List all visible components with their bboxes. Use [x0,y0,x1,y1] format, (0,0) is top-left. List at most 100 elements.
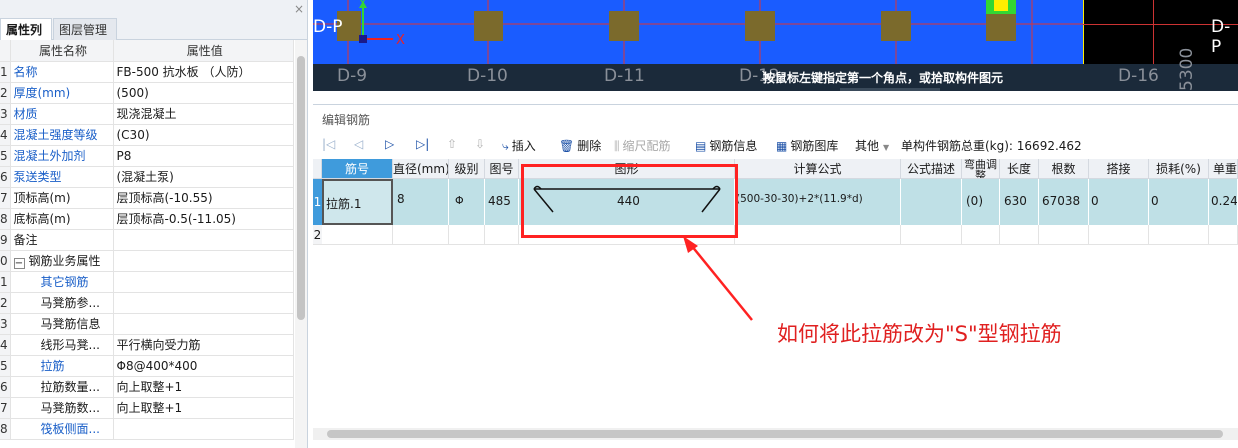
axis-label: D-10 [467,66,508,86]
property-value[interactable]: 向上取整+1 [113,376,294,398]
property-row[interactable]: 3 马凳筋信息 [0,313,294,335]
property-value[interactable] [113,313,294,335]
property-value[interactable] [113,271,294,293]
prev-button[interactable]: ◁ [354,137,363,151]
bend-adjust-cell[interactable] [962,225,1000,245]
bend-adjust-cell[interactable]: (0) [962,179,1000,225]
property-row[interactable]: 9 备注 [0,229,294,251]
rebar-library-button[interactable]: ▦ 钢筋图库 [776,137,838,154]
length-cell[interactable]: 630 [1000,179,1039,225]
scrollbar-thumb[interactable] [297,56,305,320]
next-button[interactable]: ▷ [385,137,394,151]
move-down-button[interactable]: ⇩ [475,137,485,151]
grade-cell[interactable]: Φ [449,179,485,225]
diameter-cell[interactable] [393,225,449,245]
scale-rebar-button[interactable]: ⫼ 缩尺配筋 [614,137,671,154]
figure-number-cell[interactable]: 485 [485,179,519,225]
tab-layer-management[interactable]: 图层管理 [53,18,117,40]
figure-number-cell[interactable] [485,225,519,245]
property-row[interactable]: 4 线形马凳... 平行横向受力筋 [0,334,294,356]
rebar-info-button[interactable]: ▤ 钢筋信息 [695,137,757,154]
row-index[interactable]: 2 [313,225,322,245]
property-group-name[interactable]: − 钢筋业务属性 [10,250,114,272]
column-header[interactable]: 单重 [1209,159,1238,179]
insert-button[interactable]: ⤷ 插入 [502,137,536,154]
column-header[interactable]: 长度 [1000,159,1039,179]
column-header[interactable]: 直径(mm) [393,159,449,179]
move-up-button[interactable]: ⇧ [447,137,457,151]
splitter-handle[interactable] [840,88,940,91]
scrollbar-thumb[interactable] [327,430,1223,438]
property-row[interactable]: 4 混凝土强度等级 (C30) [0,124,294,146]
last-button[interactable]: ▷| [416,137,429,151]
vertical-scrollbar[interactable] [295,40,307,448]
property-value[interactable]: 现浇混凝土 [113,103,294,125]
collapse-icon[interactable]: − [13,258,25,269]
column-header[interactable]: 筋号 [322,159,393,179]
property-row[interactable]: 5 拉筋 Φ8@400*400 [0,355,294,377]
property-value[interactable]: Φ8@400*400 [113,355,294,377]
other-dropdown[interactable]: 其他 ▼ [855,137,889,154]
horizontal-scrollbar[interactable] [313,428,1238,440]
formula-description-cell[interactable] [901,179,962,225]
column-element [881,11,911,41]
property-row[interactable]: 5 混凝土外加剂 P8 [0,145,294,167]
property-value[interactable]: (混凝土泵) [113,166,294,188]
close-icon[interactable]: × [294,2,304,16]
property-row[interactable]: 7 马凳筋数... 向上取整+1 [0,397,294,419]
property-row[interactable]: 7 顶标高(m) 层顶标高(-10.55) [0,187,294,209]
first-button[interactable]: |◁ [322,137,335,151]
property-row[interactable]: 6 泵送类型 (混凝土泵) [0,166,294,188]
delete-button[interactable]: 🗑 删除 [559,137,601,154]
count-cell[interactable]: 67038 [1039,179,1089,225]
property-value[interactable]: (500) [113,82,294,104]
lap-cell[interactable]: 0 [1089,179,1149,225]
property-row[interactable]: 8 筏板侧面... [0,418,294,440]
property-row[interactable]: 8 底标高(m) 层顶标高-0.5(-11.05) [0,208,294,230]
property-value[interactable] [113,418,294,440]
count-cell[interactable] [1039,225,1089,245]
property-group-row[interactable]: 0 − 钢筋业务属性 [0,250,294,272]
column-header[interactable]: 根数 [1039,159,1089,179]
property-name: 马凳筋信息 [10,313,114,335]
formula-cell[interactable]: (500-30-30)+2*(11.9*d) [735,179,901,225]
column-header[interactable]: 图号 [485,159,519,179]
property-row[interactable]: 2 马凳筋参... [0,292,294,314]
property-value[interactable]: P8 [113,145,294,167]
property-row[interactable]: 1 名称 FB-500 抗水板 （人防） [0,61,294,83]
loss-cell[interactable]: 0 [1149,179,1209,225]
property-value[interactable]: 层顶标高-0.5(-11.05) [113,208,294,230]
loss-cell[interactable] [1149,225,1209,245]
property-value[interactable]: 层顶标高(-10.55) [113,187,294,209]
property-value[interactable]: 平行横向受力筋 [113,334,294,356]
column-header[interactable]: 级别 [449,159,485,179]
column-header[interactable]: 损耗(%) [1149,159,1209,179]
property-value[interactable]: FB-500 抗水板 （人防） [113,61,294,83]
formula-description-cell[interactable] [901,225,962,245]
bar-number-cell[interactable]: 拉筋.1 [322,179,393,225]
column-header[interactable]: 公式描述 [901,159,962,179]
property-row[interactable]: 1 其它钢筋 [0,271,294,293]
bar-number-cell[interactable] [322,225,393,245]
grade-cell[interactable] [449,225,485,245]
unit-weight-cell[interactable] [1209,225,1238,245]
row-index[interactable]: 1 [313,179,322,225]
property-value[interactable]: 向上取整+1 [113,397,294,419]
property-row[interactable]: 6 拉筋数量... 向上取整+1 [0,376,294,398]
length-cell[interactable] [1000,225,1039,245]
tab-property-list[interactable]: 属性列表 [0,18,52,59]
property-row[interactable]: 3 材质 现浇混凝土 [0,103,294,125]
property-row[interactable]: 2 厚度(mm) (500) [0,82,294,104]
lap-cell[interactable] [1089,225,1149,245]
property-value[interactable]: (C30) [113,124,294,146]
column-header[interactable]: 弯曲调整 [962,159,1000,179]
column-header[interactable]: 计算公式 [735,159,901,179]
diameter-cell[interactable]: 8 [393,179,449,225]
drawing-canvas[interactable]: X Y D-P D-P D-9 D-10 D-11 D-12 D-16 5300… [313,0,1238,91]
property-value[interactable] [113,292,294,314]
unit-weight-cell[interactable]: 0.249 [1209,179,1238,225]
column-header[interactable]: 搭接 [1089,159,1149,179]
formula-cell[interactable] [735,225,901,245]
row-number: 6 [0,166,11,188]
property-value[interactable] [113,229,294,251]
